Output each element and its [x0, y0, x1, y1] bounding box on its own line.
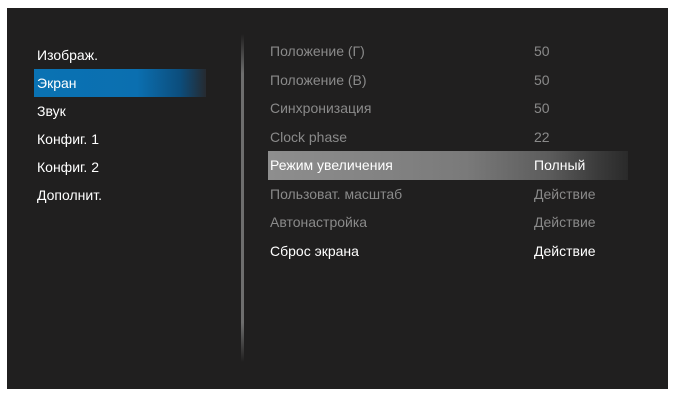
- menu-item-label: Конфиг. 1: [37, 131, 99, 147]
- setting-label: Положение (Г): [270, 43, 365, 59]
- menu-item-picture[interactable]: Изображ.: [34, 41, 206, 69]
- setting-label: Пользоват. масштаб: [270, 185, 403, 202]
- menu-item-audio[interactable]: Звук: [34, 97, 206, 125]
- menu-item-label: Звук: [37, 103, 66, 119]
- menu-item-label: Экран: [37, 75, 77, 91]
- setting-screen-reset[interactable]: Сброс экрана Действие: [268, 237, 628, 266]
- setting-value: Действие: [534, 214, 596, 230]
- menu-item-config-1[interactable]: Конфиг. 1: [34, 125, 206, 153]
- setting-custom-zoom: Пользоват. масштаб Действие: [268, 180, 628, 209]
- setting-value: 50: [534, 43, 550, 59]
- menu-item-label: Конфиг. 2: [37, 159, 99, 175]
- setting-value: Полный: [534, 157, 586, 173]
- setting-label: Положение (В): [270, 71, 367, 88]
- menu-item-label: Изображ.: [37, 47, 98, 63]
- setting-zoom-mode[interactable]: Режим увеличения Полный: [268, 151, 628, 180]
- settings-list: Положение (Г) 50 Положение (В) 50 Синхро…: [268, 37, 628, 265]
- setting-value: 22: [534, 128, 550, 145]
- setting-label: Сброс экрана: [270, 242, 359, 259]
- setting-label: Clock phase: [270, 128, 348, 145]
- menu-item-screen[interactable]: Экран: [34, 69, 206, 97]
- setting-value: Действие: [534, 242, 596, 259]
- menu-divider: [241, 34, 244, 362]
- setting-h-position: Положение (Г) 50: [268, 37, 628, 66]
- menu-item-label: Дополнит.: [37, 187, 102, 203]
- osd-screen: Изображ. Экран Звук Конфиг. 1 Конфиг. 2 …: [7, 8, 668, 389]
- setting-label: Режим увеличения: [270, 157, 393, 173]
- setting-label: Автонастройка: [270, 214, 368, 230]
- setting-auto-adjust: Автонастройка Действие: [268, 208, 628, 237]
- setting-clock-phase: Clock phase 22: [268, 123, 628, 152]
- setting-value: 50: [534, 71, 550, 88]
- category-menu: Изображ. Экран Звук Конфиг. 1 Конфиг. 2 …: [34, 41, 206, 209]
- menu-item-config-2[interactable]: Конфиг. 2: [34, 153, 206, 181]
- setting-value: Действие: [534, 185, 596, 202]
- setting-clock: Синхронизация 50: [268, 94, 628, 123]
- setting-value: 50: [534, 100, 550, 116]
- setting-v-position: Положение (В) 50: [268, 66, 628, 95]
- menu-item-advanced[interactable]: Дополнит.: [34, 181, 206, 209]
- setting-label: Синхронизация: [270, 100, 372, 116]
